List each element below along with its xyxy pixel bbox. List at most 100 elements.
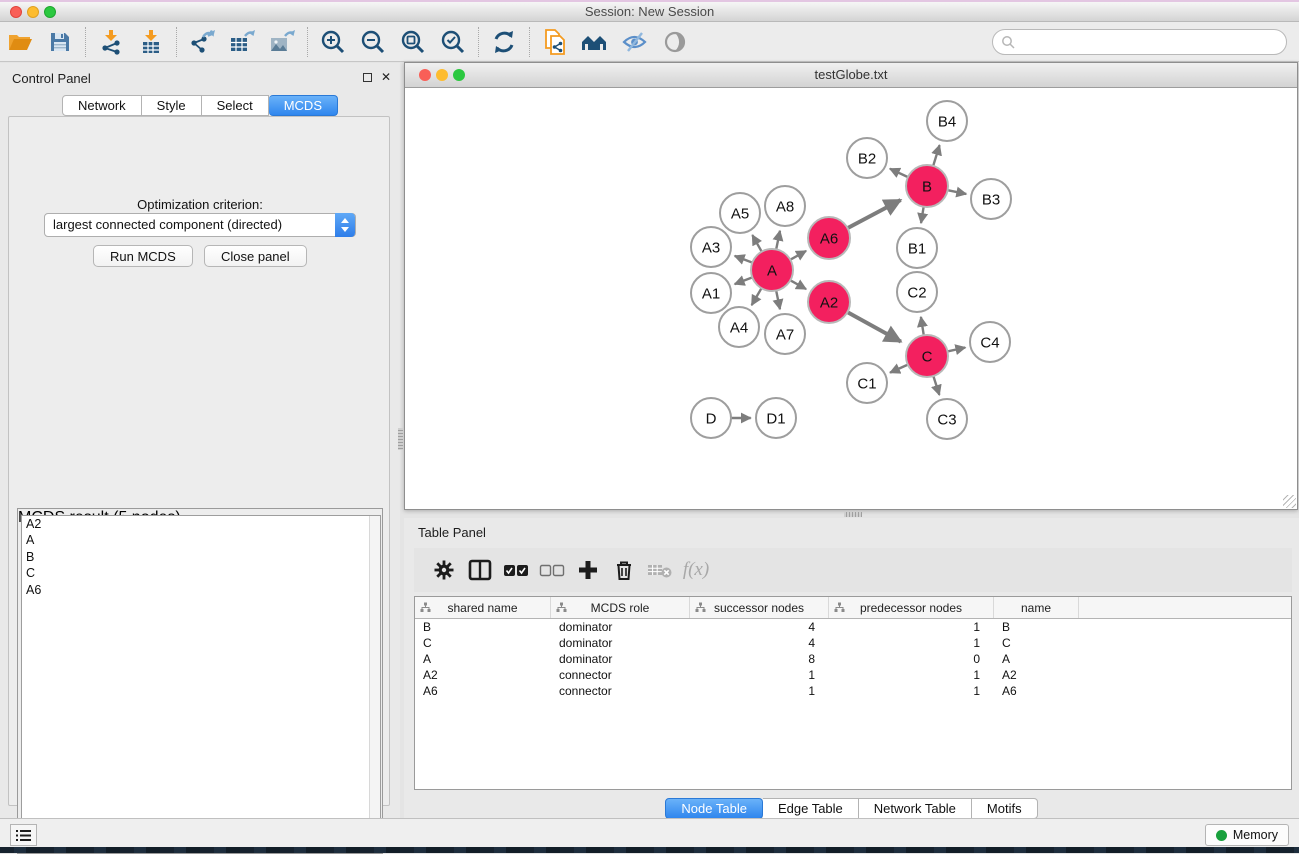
node-A6[interactable]: A6 xyxy=(808,217,850,259)
delete-column-icon[interactable] xyxy=(606,553,642,587)
select-all-icon[interactable] xyxy=(498,553,534,587)
close-window-button[interactable] xyxy=(10,6,22,18)
edge-A-A4[interactable] xyxy=(752,288,762,305)
table-row[interactable]: Adominator80A xyxy=(415,651,1291,667)
zoom-view-button[interactable] xyxy=(453,69,465,81)
zoom-in-button[interactable] xyxy=(313,25,353,59)
edge-A-A2[interactable] xyxy=(790,280,806,289)
tab-network[interactable]: Network xyxy=(62,95,142,116)
node-A7[interactable]: A7 xyxy=(765,314,805,354)
edge-C-C1[interactable] xyxy=(890,365,908,373)
node-B3[interactable]: B3 xyxy=(971,179,1011,219)
edge-B-B4[interactable] xyxy=(933,145,939,166)
node-C2[interactable]: C2 xyxy=(897,272,937,312)
search-field[interactable] xyxy=(992,29,1287,55)
edge-A-A6[interactable] xyxy=(790,251,806,260)
edge-B-B2[interactable] xyxy=(890,169,908,177)
run-mcds-button[interactable]: Run MCDS xyxy=(93,245,193,267)
node-C3[interactable]: C3 xyxy=(927,399,967,439)
table-row[interactable]: A2connector11A2 xyxy=(415,667,1291,683)
edge-C-C4[interactable] xyxy=(947,347,965,351)
close-panel-button[interactable]: Close panel xyxy=(204,245,307,267)
open-file-button[interactable] xyxy=(0,25,40,59)
edge-A-A1[interactable] xyxy=(735,277,753,284)
network-graph[interactable]: AA1A2A3A4A5A6A7A8BB1B2B3B4CC1C2C3C4DD1 xyxy=(405,88,1297,509)
mcds-result-item[interactable]: C xyxy=(22,565,380,581)
edge-C-C2[interactable] xyxy=(921,317,924,335)
node-B[interactable]: B xyxy=(906,165,948,207)
first-neighbors-button[interactable] xyxy=(575,25,615,59)
node-B1[interactable]: B1 xyxy=(897,228,937,268)
zoom-fit-button[interactable] xyxy=(393,25,433,59)
memory-button[interactable]: Memory xyxy=(1205,824,1289,846)
edge-A6-B[interactable] xyxy=(848,200,901,228)
mcds-result-item[interactable]: B xyxy=(22,549,380,565)
tab-edge-table[interactable]: Edge Table xyxy=(763,798,859,819)
refresh-button[interactable] xyxy=(484,25,524,59)
edge-A-A8[interactable] xyxy=(776,231,780,250)
node-C4[interactable]: C4 xyxy=(970,322,1010,362)
column-header-name[interactable]: name xyxy=(994,597,1079,618)
node-B4[interactable]: B4 xyxy=(927,101,967,141)
network-window-title-bar[interactable]: testGlobe.txt xyxy=(405,63,1297,88)
node-C[interactable]: C xyxy=(906,335,948,377)
hide-selected-button[interactable] xyxy=(615,25,655,59)
table-row[interactable]: Cdominator41C xyxy=(415,635,1291,651)
zoom-window-button[interactable] xyxy=(44,6,56,18)
edge-B-B1[interactable] xyxy=(921,207,924,223)
edge-A-A5[interactable] xyxy=(752,235,761,252)
node-table[interactable]: shared nameMCDS rolesuccessor nodesprede… xyxy=(414,596,1292,790)
tab-motifs[interactable]: Motifs xyxy=(972,798,1038,819)
show-columns-icon[interactable] xyxy=(462,553,498,587)
search-input[interactable] xyxy=(1015,32,1286,52)
export-image-button[interactable] xyxy=(262,25,302,59)
minimize-view-button[interactable] xyxy=(436,69,448,81)
node-A3[interactable]: A3 xyxy=(691,227,731,267)
export-table-button[interactable] xyxy=(222,25,262,59)
minimize-window-button[interactable] xyxy=(27,6,39,18)
node-D1[interactable]: D1 xyxy=(756,398,796,438)
tab-select[interactable]: Select xyxy=(202,95,269,116)
delete-table-icon[interactable] xyxy=(642,553,678,587)
network-canvas[interactable]: AA1A2A3A4A5A6A7A8BB1B2B3B4CC1C2C3C4DD1 xyxy=(405,88,1297,509)
edge-C-C3[interactable] xyxy=(933,376,939,395)
zoom-selected-button[interactable] xyxy=(433,25,473,59)
save-session-button[interactable] xyxy=(40,25,80,59)
edge-B-B3[interactable] xyxy=(948,190,967,194)
node-A5[interactable]: A5 xyxy=(720,193,760,233)
edge-A-A3[interactable] xyxy=(735,256,753,263)
show-all-button[interactable] xyxy=(655,25,695,59)
mcds-result-item[interactable]: A xyxy=(22,532,380,548)
tab-node-table[interactable]: Node Table xyxy=(665,798,763,819)
column-header-successor-nodes[interactable]: successor nodes xyxy=(690,597,829,618)
clone-network-button[interactable] xyxy=(535,25,575,59)
list-scrollbar[interactable] xyxy=(369,516,380,850)
close-view-button[interactable] xyxy=(419,69,431,81)
mcds-result-item[interactable]: A2 xyxy=(22,516,380,532)
float-panel-icon[interactable] xyxy=(363,73,372,82)
add-column-icon[interactable] xyxy=(570,553,606,587)
edge-A-A7[interactable] xyxy=(776,291,780,310)
tab-mcds[interactable]: MCDS xyxy=(269,95,338,116)
node-B2[interactable]: B2 xyxy=(847,138,887,178)
function-builder-icon[interactable]: f(x) xyxy=(678,553,714,587)
edge-A2-C[interactable] xyxy=(847,312,901,341)
table-row[interactable]: Bdominator41B xyxy=(415,619,1291,635)
tab-style[interactable]: Style xyxy=(142,95,202,116)
node-A8[interactable]: A8 xyxy=(765,186,805,226)
node-C1[interactable]: C1 xyxy=(847,363,887,403)
table-row[interactable]: A6connector11A6 xyxy=(415,683,1291,699)
export-network-button[interactable] xyxy=(182,25,222,59)
resize-grip[interactable] xyxy=(1283,495,1296,508)
import-table-button[interactable] xyxy=(131,25,171,59)
node-A1[interactable]: A1 xyxy=(691,273,731,313)
horizontal-split-handle[interactable] xyxy=(844,512,862,517)
tab-network-table[interactable]: Network Table xyxy=(859,798,972,819)
zoom-out-button[interactable] xyxy=(353,25,393,59)
table-settings-icon[interactable] xyxy=(426,553,462,587)
criterion-dropdown[interactable]: largest connected component (directed) xyxy=(44,213,356,237)
vertical-split-handle[interactable] xyxy=(398,428,403,450)
task-history-button[interactable] xyxy=(10,824,37,846)
column-header-shared-name[interactable]: shared name xyxy=(415,597,551,618)
import-network-button[interactable] xyxy=(91,25,131,59)
